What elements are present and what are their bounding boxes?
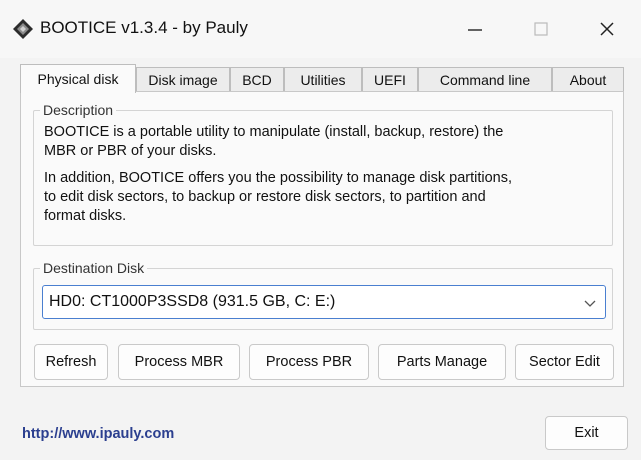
tab-label: Utilities bbox=[300, 72, 346, 88]
description-label: Description bbox=[40, 102, 117, 118]
title-bar[interactable]: BOOTICE v1.3.4 - by Pauly bbox=[0, 0, 641, 58]
tab-uefi[interactable]: UEFI bbox=[362, 67, 418, 92]
process-mbr-button[interactable]: Process MBR bbox=[118, 344, 240, 380]
destination-disk-value: HD0: CT1000P3SSD8 (931.5 GB, C: E:) bbox=[49, 293, 336, 310]
minimize-icon bbox=[468, 29, 482, 31]
tab-physical-disk[interactable]: Physical disk bbox=[20, 64, 136, 93]
tab-label: About bbox=[569, 72, 607, 88]
physical-disk-panel: Description BOOTICE is a portable utilit… bbox=[20, 91, 624, 387]
description-line: BOOTICE is a portable utility to manipul… bbox=[44, 124, 504, 140]
tab-label: Disk image bbox=[148, 72, 218, 88]
tab-about[interactable]: About bbox=[552, 67, 624, 92]
refresh-button[interactable]: Refresh bbox=[34, 344, 108, 380]
tab-strip: Physical disk Disk image BCD Utilities U… bbox=[20, 64, 624, 93]
tab-label: BCD bbox=[242, 72, 272, 88]
maximize-icon bbox=[534, 22, 548, 36]
description-line: MBR or PBR of your disks. bbox=[44, 143, 217, 159]
tab-bcd[interactable]: BCD bbox=[230, 67, 284, 92]
tab-disk-image[interactable]: Disk image bbox=[136, 67, 230, 92]
chevron-down-icon[interactable] bbox=[583, 296, 597, 310]
description-group: Description BOOTICE is a portable utilit… bbox=[33, 102, 613, 246]
close-icon bbox=[600, 22, 614, 36]
tab-utilities[interactable]: Utilities bbox=[284, 67, 362, 92]
maximize-button[interactable] bbox=[518, 10, 564, 48]
window-title: BOOTICE v1.3.4 - by Pauly bbox=[40, 18, 248, 37]
bootice-app-icon bbox=[13, 19, 33, 39]
process-pbr-button[interactable]: Process PBR bbox=[249, 344, 369, 380]
minimize-button[interactable] bbox=[452, 10, 498, 48]
description-line: In addition, BOOTICE offers you the poss… bbox=[44, 170, 512, 186]
tab-label: UEFI bbox=[374, 72, 406, 88]
destination-disk-select[interactable]: HD0: CT1000P3SSD8 (931.5 GB, C: E:) bbox=[42, 285, 606, 319]
description-line: to edit disk sectors, to backup or resto… bbox=[44, 189, 486, 205]
sector-edit-button[interactable]: Sector Edit bbox=[515, 344, 614, 380]
close-button[interactable] bbox=[584, 10, 630, 48]
parts-manage-button[interactable]: Parts Manage bbox=[378, 344, 506, 380]
website-link[interactable]: http://www.ipauly.com bbox=[22, 426, 174, 442]
tab-label: Physical disk bbox=[37, 71, 119, 87]
description-paragraph-2: In addition, BOOTICE offers you the poss… bbox=[44, 169, 604, 226]
tab-command-line[interactable]: Command line bbox=[418, 67, 552, 92]
destination-disk-label: Destination Disk bbox=[40, 260, 148, 276]
description-paragraph-1: BOOTICE is a portable utility to manipul… bbox=[44, 123, 604, 161]
exit-button[interactable]: Exit bbox=[545, 416, 628, 450]
tab-label: Command line bbox=[439, 72, 531, 88]
description-line: format disks. bbox=[44, 208, 127, 224]
destination-disk-group: Destination Disk HD0: CT1000P3SSD8 (931.… bbox=[33, 260, 613, 330]
